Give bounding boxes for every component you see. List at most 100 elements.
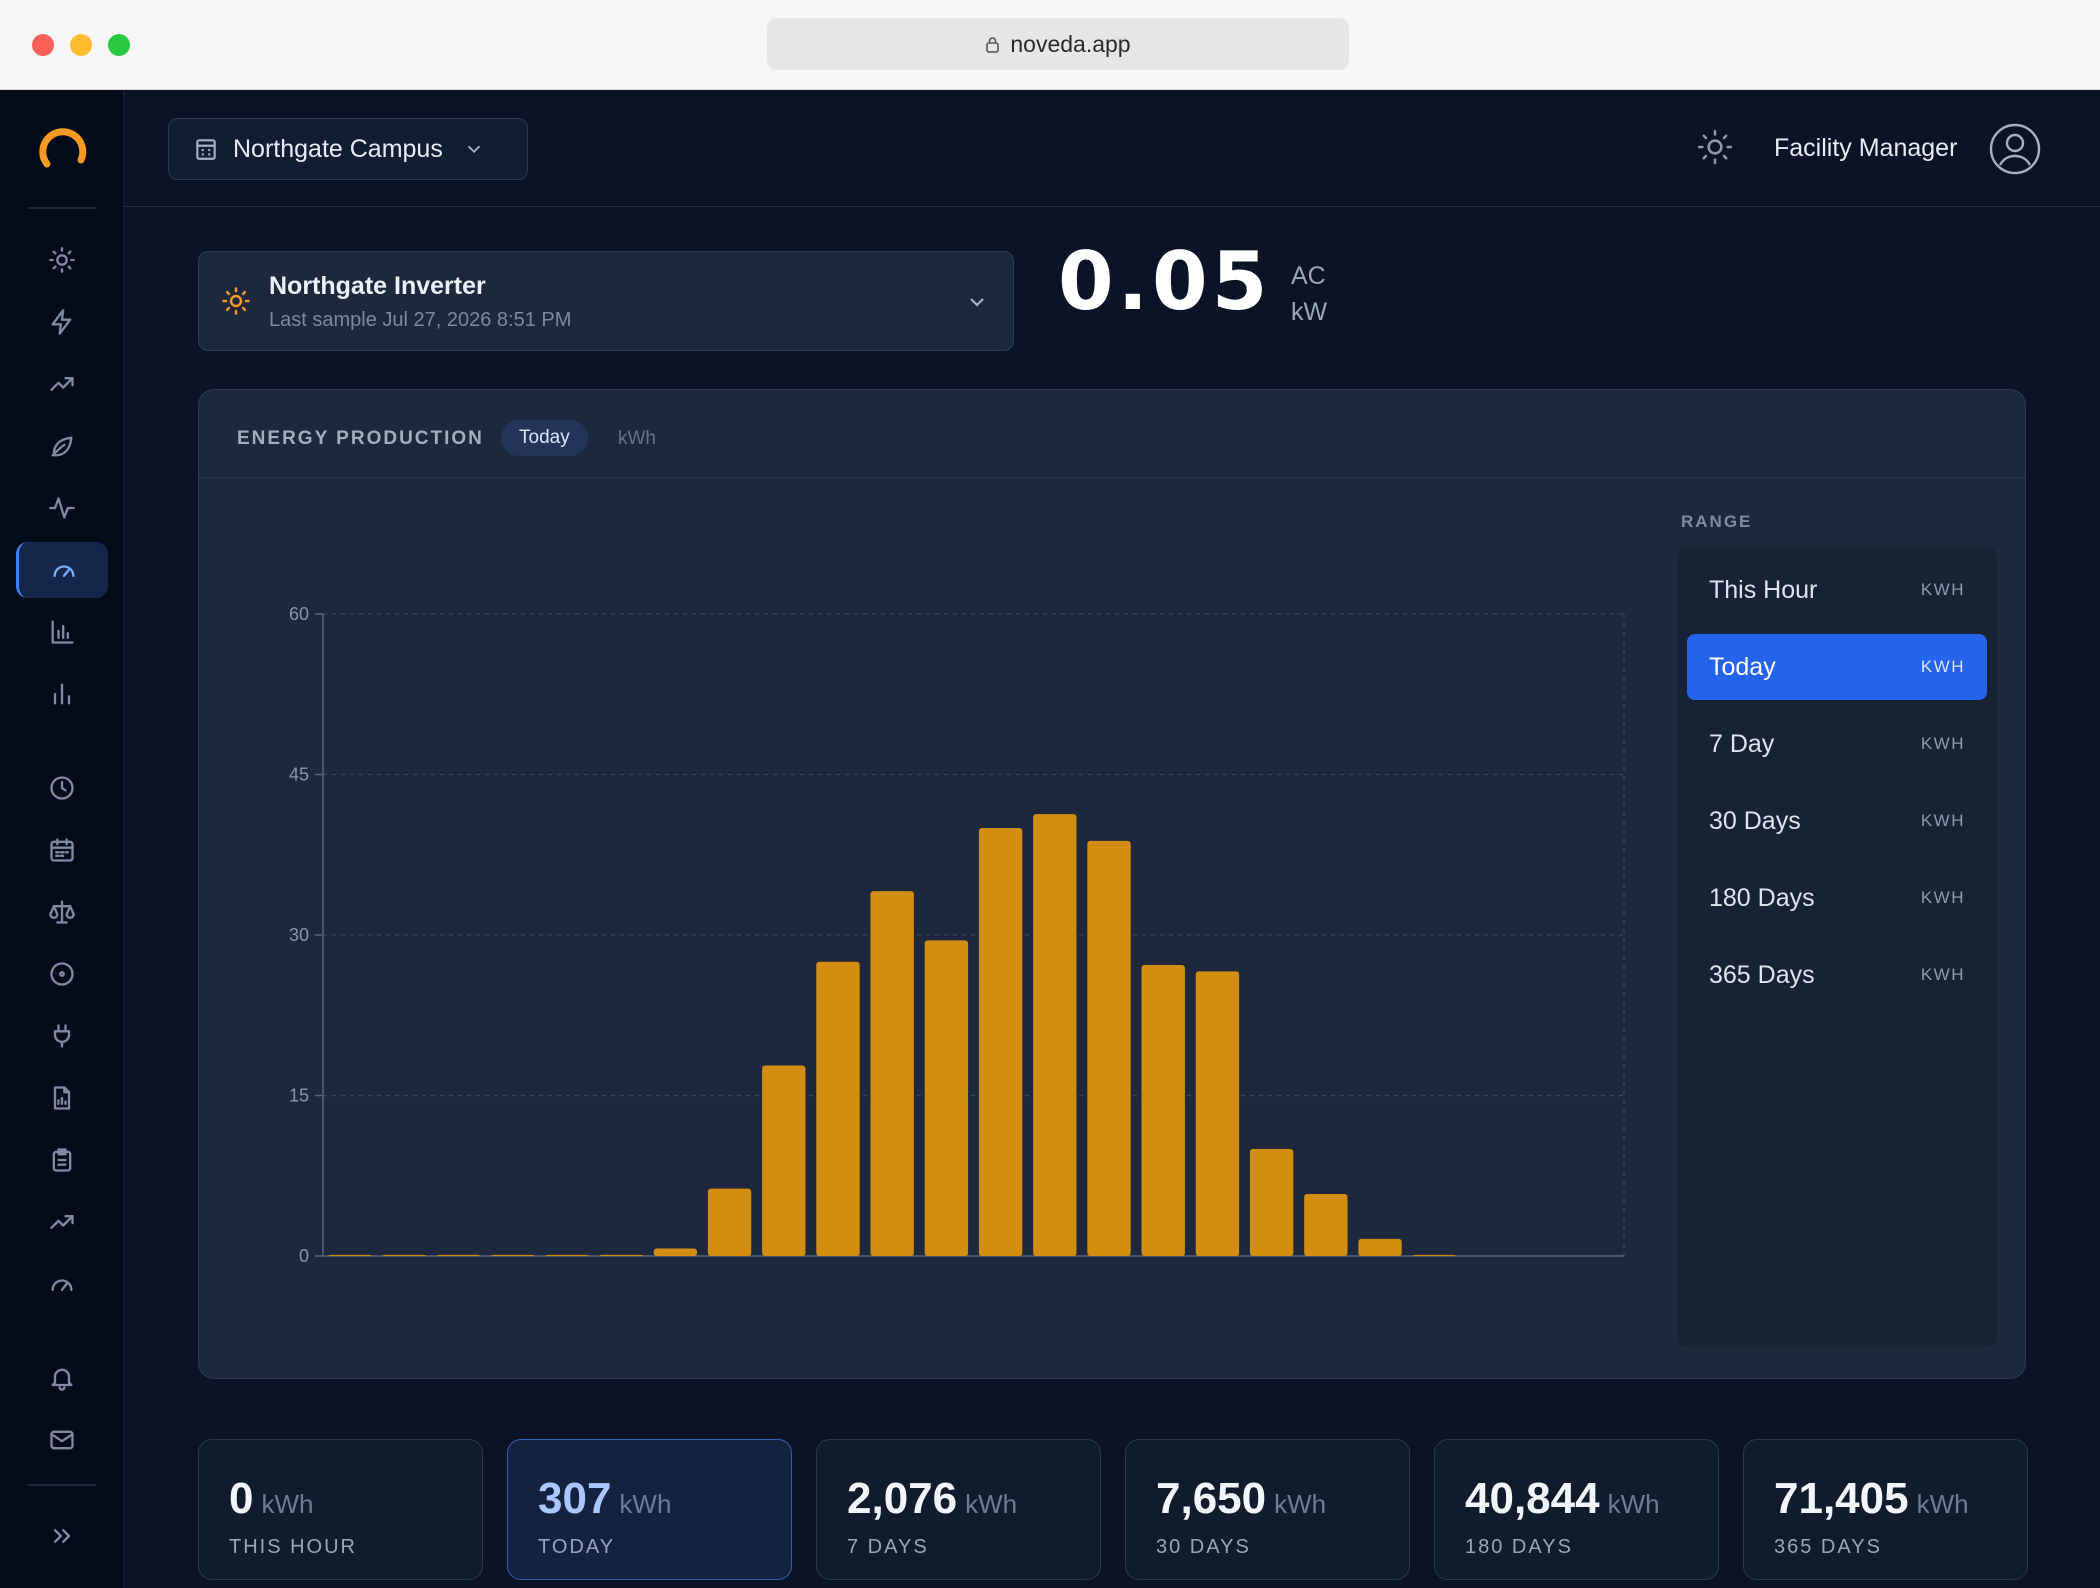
chevron-down-icon	[970, 298, 984, 307]
maximize-window-button[interactable]	[108, 34, 130, 56]
bar-19[interactable]	[1358, 1238, 1402, 1256]
bar-1[interactable]	[382, 1254, 426, 1256]
range-item-label: 7 Day	[1709, 729, 1775, 758]
range-list: This Hour KWH Today KWH 7 Day KWH 30 Days KWH 18…	[1677, 547, 1997, 1347]
stat-card-30-days[interactable]: 7,650 kWh 30 DAYS	[1125, 1439, 1410, 1580]
bar-16[interactable]	[1195, 971, 1240, 1256]
bar-4[interactable]	[545, 1254, 589, 1256]
range-item-label: Today	[1709, 652, 1776, 681]
sun-icon	[222, 287, 250, 315]
nav-report[interactable]	[16, 1070, 108, 1126]
panel-title: ENERGY PRODUCTION	[237, 428, 484, 449]
nav-gauge[interactable]	[16, 542, 108, 598]
logo-icon[interactable]	[36, 124, 90, 178]
stat-unit: kWh	[1607, 1489, 1660, 1519]
range-item-label: 180 Days	[1709, 883, 1815, 912]
clipboard-icon	[52, 1148, 72, 1172]
inverter-name: Northgate Inverter	[269, 272, 486, 300]
energy-production-panel: ENERGY PRODUCTION Today kWh 0 15 30 45 60 RA…	[198, 389, 2026, 1379]
nav-leaf[interactable]	[16, 418, 108, 474]
nav-bell[interactable]	[16, 1350, 108, 1406]
bar-12[interactable]	[978, 828, 1023, 1256]
bar-7[interactable]	[707, 1188, 752, 1256]
nav-bar-chart-alt[interactable]	[16, 666, 108, 722]
nav-trend-2[interactable]	[16, 1194, 108, 1250]
avatar-icon[interactable]	[1988, 122, 2042, 176]
nav-plug[interactable]	[16, 1008, 108, 1064]
stat-label: 180 DAYS	[1465, 1536, 1573, 1558]
power-type: AC	[1291, 262, 1326, 290]
stat-number: 0	[229, 1474, 254, 1523]
bar-10[interactable]	[870, 891, 914, 1256]
range-label: RANGE	[1681, 512, 1753, 531]
power-value: 0.05	[1058, 235, 1272, 328]
stat-value: 7,650 kWh	[1156, 1474, 1326, 1524]
bar-17[interactable]	[1249, 1149, 1294, 1256]
nav-scale[interactable]	[16, 884, 108, 940]
nav-mail[interactable]	[16, 1412, 108, 1468]
range-item-label: 30 Days	[1709, 806, 1801, 835]
app: Northgate Campus Facility Manager Northg…	[0, 90, 2100, 1588]
site-selector[interactable]: Northgate Campus	[168, 118, 528, 180]
stat-unit: kWh	[1274, 1489, 1327, 1519]
range-item-365-days[interactable]: 365 Days KWH	[1687, 942, 1987, 1008]
bar-6[interactable]	[653, 1248, 698, 1256]
nav-clock[interactable]	[16, 760, 108, 816]
plug-icon	[53, 1024, 71, 1048]
stat-card-7-days[interactable]: 2,076 kWh 7 DAYS	[816, 1439, 1101, 1580]
bar-11[interactable]	[924, 940, 969, 1256]
user-name[interactable]: Facility Manager	[1774, 134, 1957, 163]
sidebar-expand-button[interactable]	[16, 1508, 108, 1564]
theme-toggle-icon[interactable]	[1696, 128, 1734, 166]
bar-13[interactable]	[1033, 814, 1077, 1256]
bar-3[interactable]	[491, 1254, 535, 1256]
bar-2[interactable]	[436, 1254, 481, 1256]
stat-label: TODAY	[538, 1536, 616, 1558]
stat-number: 7,650	[1156, 1474, 1267, 1523]
stat-label: 7 DAYS	[847, 1536, 929, 1558]
nav-clipboard[interactable]	[16, 1132, 108, 1188]
scale-icon	[49, 900, 75, 924]
minimize-window-button[interactable]	[70, 34, 92, 56]
nav-sun[interactable]	[16, 232, 108, 288]
stat-card-this-hour[interactable]: 0 kWh THIS HOUR	[198, 1439, 483, 1580]
bar-8[interactable]	[762, 1065, 806, 1256]
stat-card-365-days[interactable]: 71,405 kWh 365 DAYS	[1743, 1439, 2028, 1580]
chevron-down-icon	[467, 145, 480, 154]
inverter-selector[interactable]: Northgate Inverter Last sample Jul 27, 2…	[198, 251, 1014, 351]
range-item-this-hour[interactable]: This Hour KWH	[1687, 557, 1987, 623]
range-item-30-days[interactable]: 30 Days KWH	[1687, 788, 1987, 854]
browser-chrome: noveda.app	[0, 0, 2100, 90]
bar-18[interactable]	[1304, 1193, 1348, 1256]
address-bar[interactable]: noveda.app	[767, 18, 1349, 70]
bar-chart-icon	[51, 620, 74, 644]
range-item-7-day[interactable]: 7 Day KWH	[1687, 711, 1987, 777]
bar-14[interactable]	[1087, 840, 1131, 1256]
range-item-unit: KWH	[1920, 657, 1965, 676]
stat-card-today[interactable]: 307 kWh TODAY	[507, 1439, 792, 1580]
bar-20[interactable]	[1412, 1254, 1456, 1256]
sun-icon	[49, 247, 75, 273]
stat-card-180-days[interactable]: 40,844 kWh 180 DAYS	[1434, 1439, 1719, 1580]
nav-gauge-2[interactable]	[16, 1256, 108, 1312]
range-item-unit: KWH	[1920, 734, 1965, 753]
gauge-icon	[51, 1279, 73, 1291]
nav-calendar[interactable]	[16, 822, 108, 878]
range-item-today[interactable]: Today KWH	[1687, 634, 1987, 700]
bar-15[interactable]	[1141, 964, 1185, 1256]
bar-0[interactable]	[328, 1254, 372, 1256]
bar-5[interactable]	[599, 1254, 643, 1256]
url-text: noveda.app	[1010, 30, 1131, 57]
nav-pulse[interactable]	[16, 480, 108, 536]
nav-trend[interactable]	[16, 356, 108, 412]
bar-9[interactable]	[816, 961, 860, 1256]
bell-icon	[51, 1368, 73, 1391]
range-item-180-days[interactable]: 180 Days KWH	[1687, 865, 1987, 931]
nav-bolt[interactable]	[16, 294, 108, 350]
sidebar-divider	[28, 207, 96, 209]
leaf-icon	[51, 436, 73, 457]
nav-target[interactable]	[16, 946, 108, 1002]
nav-bar-chart[interactable]	[16, 604, 108, 660]
close-window-button[interactable]	[32, 34, 54, 56]
stat-unit: kWh	[1916, 1489, 1969, 1519]
